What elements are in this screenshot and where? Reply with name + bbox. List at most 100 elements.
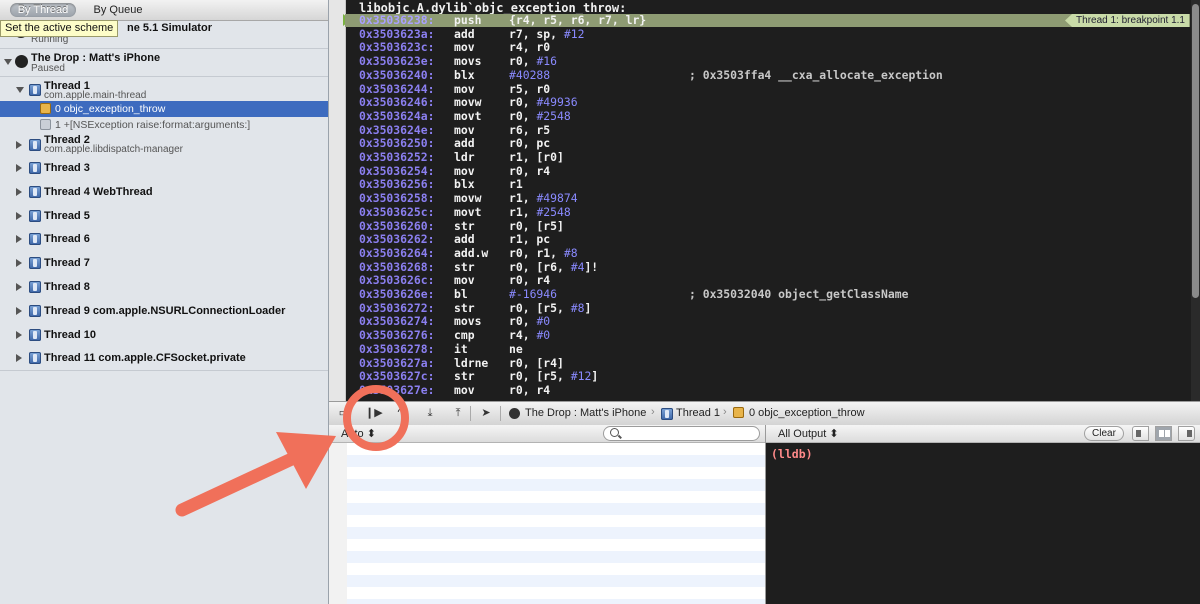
search-icon <box>610 428 619 437</box>
thread-row[interactable]: Thread 3 <box>0 158 328 178</box>
row-stripe <box>347 527 765 539</box>
scrollbar-thumb[interactable] <box>1192 4 1199 298</box>
thread-row[interactable]: Thread 11 com.apple.CFSocket.private <box>0 348 328 368</box>
disclosure-right-icon[interactable] <box>16 354 22 363</box>
instruction-operands: r0, r4 <box>509 382 551 397</box>
instruction-address: 0x3503623a: <box>359 26 435 41</box>
instruction-operands: r7, sp, #12 <box>509 26 585 41</box>
instruction-address: 0x3503627e: <box>359 382 435 397</box>
instruction-address: 0x3503625c: <box>359 204 435 219</box>
thread-icon <box>29 257 41 270</box>
instruction-operands: r0, r1, #8 <box>509 245 578 260</box>
frame-icon <box>40 119 51 130</box>
instruction-address: 0x3503623c: <box>359 40 435 55</box>
step-over-icon[interactable]: ↷ <box>395 407 409 420</box>
step-into-icon[interactable]: ⤓ <box>423 407 437 420</box>
show-both-icon[interactable] <box>1155 426 1172 441</box>
thread-row[interactable]: Thread 8 <box>0 277 328 297</box>
frame-icon <box>40 103 51 114</box>
device-icon <box>509 408 520 419</box>
output-mode-select[interactable]: All Output ⬍ <box>778 427 839 440</box>
instruction-mnemonic: mov <box>454 81 475 96</box>
thread-icon <box>29 162 41 174</box>
frame-icon <box>733 407 744 418</box>
clear-button[interactable]: Clear <box>1084 426 1124 441</box>
thread-icon <box>29 139 41 151</box>
breakpoint-badge: Thread 1: breakpoint 1.1 <box>1065 14 1189 27</box>
disclosure-right-icon[interactable] <box>16 141 22 149</box>
disclosure-right-icon[interactable] <box>16 211 22 220</box>
instruction-address: 0x3503624e: <box>359 122 435 137</box>
disclosure-right-icon[interactable] <box>16 235 22 244</box>
row-stripe <box>347 479 765 491</box>
instruction-operands: r0, #49936 <box>509 95 578 110</box>
disassembly-view[interactable]: libobjc.A.dylib`objc_exception_throw: 0x… <box>329 0 1200 401</box>
disclosure-right-icon[interactable] <box>16 283 22 291</box>
console-view[interactable]: All Output ⬍ Clear (lldb) <box>766 425 1200 604</box>
thread-row[interactable]: Thread 4 WebThread <box>0 182 328 202</box>
divider <box>470 406 471 421</box>
instruction-mnemonic: mov <box>454 273 475 288</box>
thread-row-2[interactable]: Thread 2 com.apple.libdispatch-manager <box>0 133 328 155</box>
process-row-device[interactable]: The Drop : Matt's iPhone Paused <box>0 50 328 75</box>
row-stripe <box>347 503 765 515</box>
thread-row[interactable]: Thread 9 com.apple.NSURLConnectionLoader <box>0 301 328 321</box>
disclosure-right-icon[interactable] <box>16 187 22 196</box>
frame-row-selected[interactable]: 0 objc_exception_throw <box>0 101 328 117</box>
divider <box>0 370 328 371</box>
instruction-operands: r1 <box>509 177 523 192</box>
show-console-icon[interactable] <box>1178 426 1195 441</box>
instruction-operands: r1, #2548 <box>509 204 571 219</box>
tab-by-thread[interactable]: By Thread <box>10 3 76 17</box>
instruction-operands: r1, #49874 <box>509 191 578 206</box>
disclosure-right-icon[interactable] <box>16 330 22 339</box>
updown-arrows-icon: ⬍ <box>829 428 839 440</box>
breadcrumb-frame[interactable]: 0 objc_exception_throw <box>749 407 865 420</box>
thread-row[interactable]: Thread 10 <box>0 325 328 345</box>
process-status: Paused <box>31 63 65 74</box>
instruction-mnemonic: str <box>454 259 475 274</box>
instruction-address: 0x35036264: <box>359 245 435 260</box>
scrollbar[interactable] <box>1191 0 1200 401</box>
instruction-operands: r0, r4 <box>509 163 551 178</box>
instruction-mnemonic: mov <box>454 122 475 137</box>
thread-icon <box>29 209 41 222</box>
continue-icon[interactable]: ❙▶ <box>365 407 383 420</box>
instruction-address: 0x3503627a: <box>359 355 435 370</box>
line-gutter[interactable] <box>329 0 346 401</box>
thread-icon <box>29 233 41 246</box>
instruction-mnemonic: mov <box>454 163 475 178</box>
thread-row[interactable]: Thread 5 <box>0 206 328 226</box>
divider <box>500 406 501 421</box>
instruction-address: 0x35036278: <box>359 341 435 356</box>
instruction-operands: r0, [r5] <box>509 218 564 233</box>
instruction-address: 0x35036260: <box>359 218 435 233</box>
instruction-mnemonic: str <box>454 369 475 384</box>
disclosure-right-icon[interactable] <box>16 164 22 172</box>
disclosure-down-icon[interactable] <box>16 87 24 93</box>
disclosure-down-icon[interactable] <box>4 59 12 65</box>
breadcrumb-thread[interactable]: Thread 1 <box>676 407 720 420</box>
show-variables-icon[interactable] <box>1132 426 1149 441</box>
hide-debug-area-icon[interactable]: ▭ <box>337 407 351 420</box>
instruction-address: 0x3503627c: <box>359 369 435 384</box>
step-out-icon[interactable]: ⤒ <box>451 407 465 420</box>
breadcrumb-process[interactable]: The Drop : Matt's iPhone <box>525 407 646 420</box>
location-icon[interactable]: ➤ <box>479 407 493 420</box>
disclosure-right-icon[interactable] <box>16 306 22 315</box>
thread-row-1[interactable]: Thread 1 com.apple.main-thread <box>0 78 328 101</box>
instruction-mnemonic: bl <box>454 287 468 301</box>
instruction-address: 0x35036254: <box>359 163 435 178</box>
tab-by-queue[interactable]: By Queue <box>82 3 154 17</box>
scope-select[interactable]: Auto ⬍ <box>341 427 376 440</box>
instruction-mnemonic: movw <box>454 191 482 206</box>
variables-search-field[interactable] <box>603 426 760 441</box>
frame-row[interactable]: 1 +[NSException raise:format:arguments:] <box>0 117 328 133</box>
thread-row[interactable]: Thread 7 <box>0 253 328 273</box>
thread-icon <box>661 408 673 420</box>
disclosure-right-icon[interactable] <box>16 259 22 268</box>
thread-row[interactable]: Thread 6 <box>0 229 328 249</box>
row-stripe <box>347 575 765 587</box>
divider <box>0 76 328 77</box>
instruction-mnemonic: push <box>454 13 482 27</box>
